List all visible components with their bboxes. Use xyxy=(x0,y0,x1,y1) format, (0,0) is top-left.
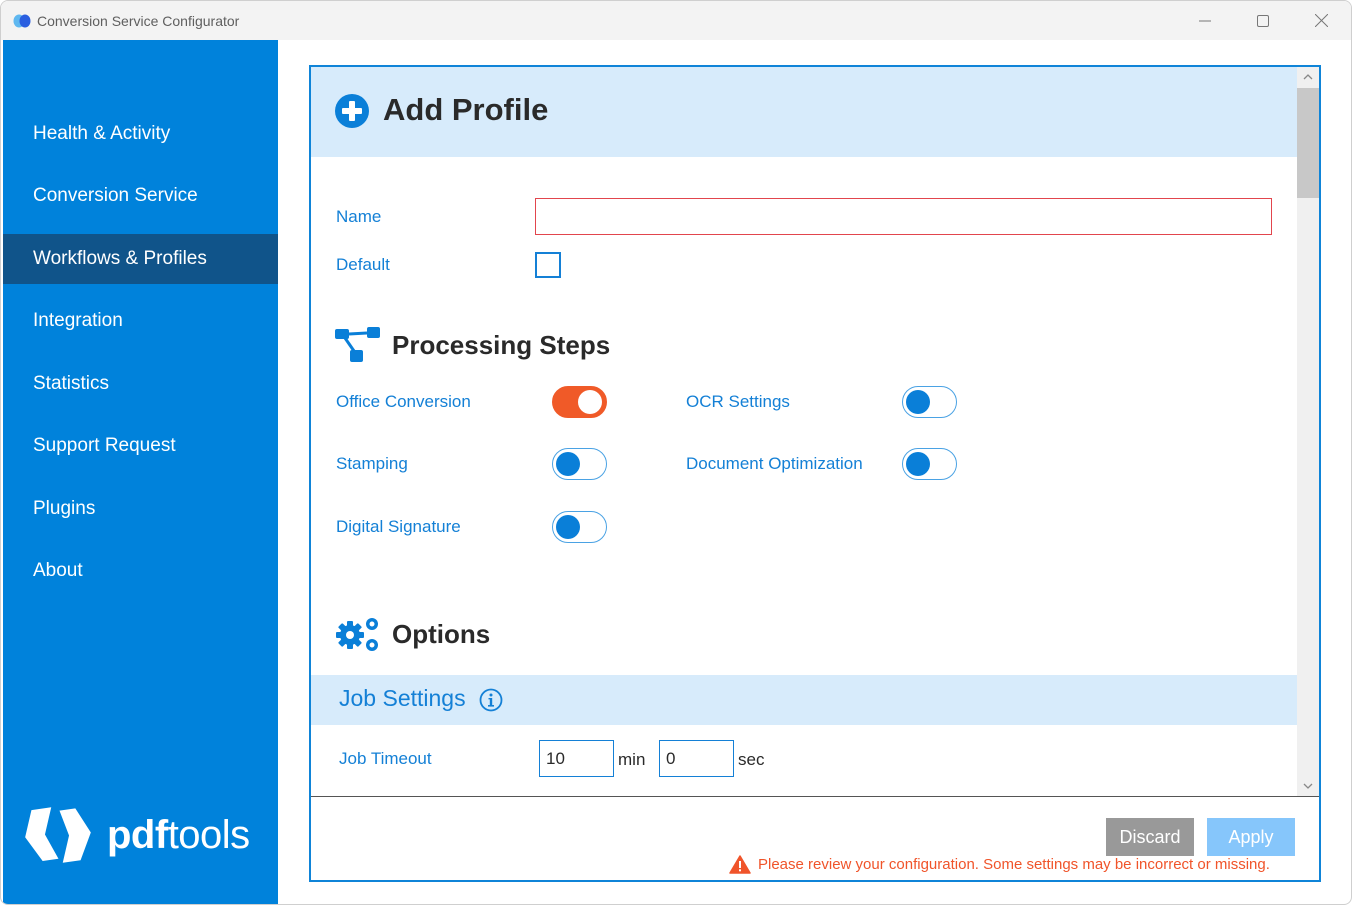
default-label: Default xyxy=(336,255,390,274)
gears-icon xyxy=(336,618,378,651)
page-title: Add Profile xyxy=(383,92,549,127)
vertical-scrollbar[interactable] xyxy=(1297,67,1319,796)
sidebar-item-about[interactable]: About xyxy=(3,546,278,596)
sidebar-item-conversion-service[interactable]: Conversion Service xyxy=(3,171,278,221)
toggle-knob xyxy=(556,452,580,476)
footer-divider xyxy=(311,796,1319,797)
maximize-button[interactable] xyxy=(1234,1,1292,40)
sidebar-item-plugins[interactable]: Plugins xyxy=(3,484,278,534)
sidebar-item-support-request[interactable]: Support Request xyxy=(3,421,278,471)
warning-text: Please review your configuration. Some s… xyxy=(758,856,1270,873)
toggle-knob xyxy=(556,515,580,539)
toggle-knob xyxy=(906,390,930,414)
job-settings-header: Job Settings xyxy=(311,675,1297,725)
panel-header: Add Profile xyxy=(311,67,1297,157)
ocr-settings-toggle[interactable] xyxy=(902,386,957,418)
digital-signature-label: Digital Signature xyxy=(336,517,461,536)
app-window: Conversion Service Configurator Health &… xyxy=(0,0,1352,905)
sidebar-item-statistics[interactable]: Statistics xyxy=(3,359,278,409)
office-conversion-toggle[interactable] xyxy=(552,386,607,418)
default-checkbox[interactable] xyxy=(535,252,561,278)
stamping-label: Stamping xyxy=(336,454,408,473)
digital-signature-toggle[interactable] xyxy=(552,511,607,543)
name-label: Name xyxy=(336,207,382,226)
window-title: Conversion Service Configurator xyxy=(37,13,240,29)
options-title: Options xyxy=(392,619,491,649)
sidebar-item-integration[interactable]: Integration xyxy=(3,296,278,346)
processing-steps-icon xyxy=(335,327,380,362)
profile-form: Add Profile Name Default Processing Step… xyxy=(311,67,1297,796)
maximize-icon xyxy=(1257,14,1269,27)
sidebar-item-workflows-profiles[interactable]: Workflows & Profiles xyxy=(3,234,278,284)
info-icon[interactable] xyxy=(479,688,503,712)
app-logo-icon xyxy=(13,14,31,28)
seconds-unit: sec xyxy=(738,750,765,769)
sidebar: Health & Activity Conversion Service Wor… xyxy=(3,40,278,904)
document-optimization-toggle[interactable] xyxy=(902,448,957,480)
ocr-settings-label: OCR Settings xyxy=(686,392,790,411)
add-profile-panel: Add Profile Name Default Processing Step… xyxy=(309,65,1321,882)
office-conversion-label: Office Conversion xyxy=(336,392,471,411)
close-button[interactable] xyxy=(1292,1,1350,40)
job-settings-title: Job Settings xyxy=(339,685,466,711)
title-bar: Conversion Service Configurator xyxy=(1,1,1351,40)
scroll-down-button[interactable] xyxy=(1297,776,1319,796)
toggle-knob xyxy=(906,452,930,476)
logo-text: pdftools xyxy=(107,812,250,857)
add-circle-icon xyxy=(335,94,369,128)
stamping-toggle[interactable] xyxy=(552,448,607,480)
toggle-knob xyxy=(578,390,602,414)
job-timeout-minutes-input[interactable] xyxy=(539,740,614,777)
chevron-up-icon xyxy=(1303,74,1313,80)
warning-icon xyxy=(729,855,751,874)
scroll-up-button[interactable] xyxy=(1297,67,1319,87)
minimize-button[interactable] xyxy=(1176,1,1234,40)
sidebar-item-health-activity[interactable]: Health & Activity xyxy=(3,109,278,159)
job-timeout-seconds-input[interactable] xyxy=(659,740,734,777)
document-optimization-label: Document Optimization xyxy=(686,454,863,473)
pdftools-logo: pdftools xyxy=(21,800,271,870)
minutes-unit: min xyxy=(618,750,646,769)
name-input[interactable] xyxy=(535,198,1272,235)
scroll-thumb[interactable] xyxy=(1297,88,1319,198)
processing-steps-title: Processing Steps xyxy=(392,330,611,360)
discard-button[interactable]: Discard xyxy=(1106,818,1194,856)
apply-button[interactable]: Apply xyxy=(1207,818,1295,856)
chevron-down-icon xyxy=(1303,783,1313,789)
job-timeout-label: Job Timeout xyxy=(339,749,432,768)
close-icon xyxy=(1314,14,1328,27)
validation-warning: Please review your configuration. Some s… xyxy=(729,855,1270,874)
pdftools-logo-icon xyxy=(25,807,91,863)
minimize-icon xyxy=(1199,20,1211,21)
